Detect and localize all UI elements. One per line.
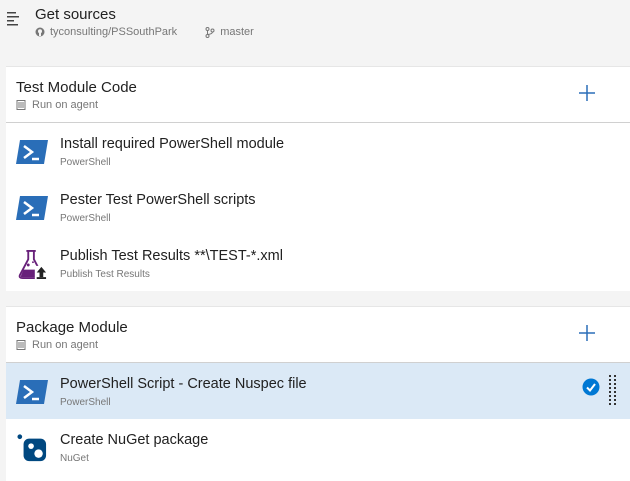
task-type: NuGet — [60, 453, 89, 464]
task-type: PowerShell — [60, 157, 111, 168]
task-type: PowerShell — [60, 397, 111, 408]
task-name: Install required PowerShell module — [60, 136, 285, 152]
task-name: Create NuGet package — [60, 432, 209, 448]
phase-title: Test Module Code — [16, 79, 137, 96]
phase-subtitle-text: Run on agent — [32, 99, 99, 111]
task-name: Pester Test PowerShell scripts — [60, 192, 256, 208]
repo-name: tyconsulting/PSSouthPark — [50, 26, 178, 38]
task-name: PowerShell Script - Create Nuspec file — [60, 376, 307, 392]
get-sources-row[interactable]: Get sources tyconsulting/PSSouthPark mas… — [0, 0, 630, 66]
phase-subtitle: Run on agent — [16, 339, 98, 351]
task-type: PowerShell — [60, 213, 111, 224]
phase-subtitle-text: Run on agent — [32, 339, 99, 351]
task-name: Publish Test Results **\TEST-*.xml — [60, 248, 283, 264]
branch-name: master — [220, 26, 254, 38]
phase-title: Package Module — [16, 319, 128, 336]
phase-header[interactable]: Package Module Run on agent — [6, 307, 630, 363]
get-sources-title: Get sources — [35, 6, 116, 23]
agent-icon — [16, 340, 26, 350]
enabled-check-icon[interactable] — [582, 378, 600, 396]
add-task-button[interactable] — [577, 83, 597, 103]
powershell-icon — [16, 140, 48, 164]
phase-test-module-code: Test Module Code Run on agent Install re… — [6, 66, 630, 291]
task-type: Publish Test Results — [60, 269, 150, 280]
flask-upload-icon — [18, 249, 48, 279]
phase-package-module: Package Module Run on agent PowerShell S… — [6, 306, 630, 481]
powershell-icon — [16, 196, 48, 220]
get-sources-icon — [7, 12, 19, 26]
task-row[interactable]: Install required PowerShell module Power… — [6, 123, 630, 179]
task-row[interactable]: Pester Test PowerShell scripts PowerShel… — [6, 179, 630, 235]
task-row-selected[interactable]: PowerShell Script - Create Nuspec file P… — [6, 363, 630, 419]
task-row[interactable]: Create NuGet package NuGet — [6, 419, 630, 475]
drag-handle-icon[interactable] — [609, 375, 617, 405]
github-icon — [35, 27, 45, 37]
branch-icon — [205, 26, 215, 38]
get-sources-meta: tyconsulting/PSSouthPark master — [35, 26, 254, 38]
powershell-icon — [16, 380, 48, 404]
task-row[interactable]: Publish Test Results **\TEST-*.xml Publi… — [6, 235, 630, 291]
phase-subtitle: Run on agent — [16, 99, 98, 111]
phase-header[interactable]: Test Module Code Run on agent — [6, 67, 630, 123]
agent-icon — [16, 100, 26, 110]
nuget-icon — [17, 434, 47, 462]
add-task-button[interactable] — [577, 323, 597, 343]
